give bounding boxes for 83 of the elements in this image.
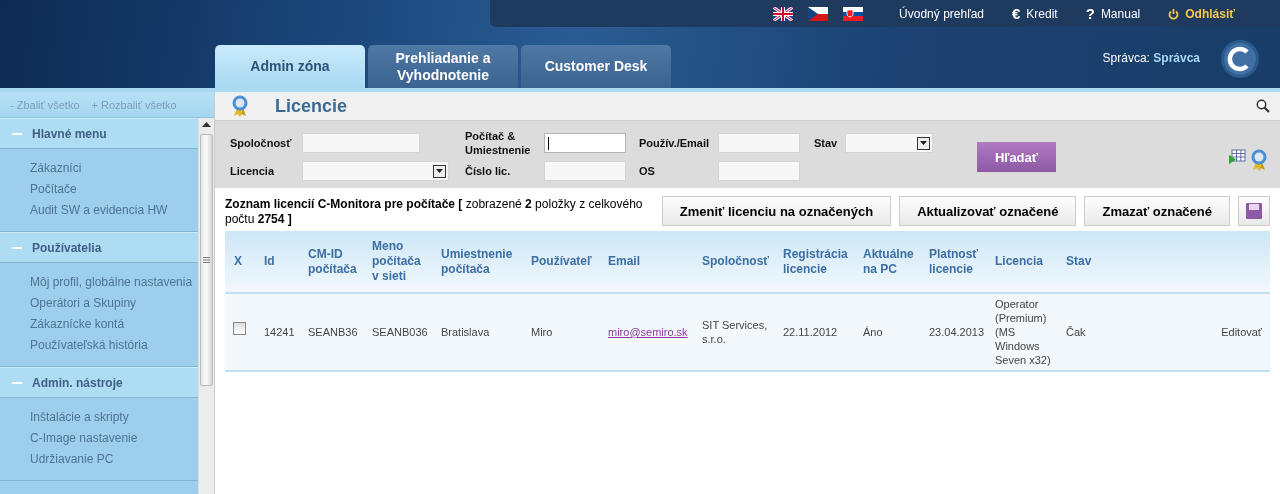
sidebar-item[interactable]: Môj profil, globálne nastavenia: [30, 272, 199, 293]
filter-label: Počítač & Umiestnenie: [465, 129, 532, 157]
row-checkbox[interactable]: [233, 321, 246, 335]
table-cell: 23.04.2013: [920, 293, 986, 371]
logout-link[interactable]: Odhlásiť: [1168, 5, 1235, 22]
czech-flag-icon[interactable]: [808, 6, 829, 21]
column-header: Aktuálne na PC: [854, 231, 920, 293]
list-summary: Zoznam licencií C-Monitora pre počítače [ zobrazené 2 položky z celkového počtu 2754 ]: [225, 196, 644, 227]
sidebar-item[interactable]: Počítače: [30, 179, 199, 200]
euro-icon: €: [1012, 5, 1021, 22]
scroll-up-icon[interactable]: [202, 122, 212, 128]
column-header: CM-ID počítača: [299, 231, 363, 293]
table-cell: 22.11.2012: [774, 293, 854, 371]
column-header: Platnosť licencie: [920, 231, 986, 293]
sidebar-item[interactable]: Audit SW a evidencia HW: [30, 200, 199, 221]
dropdown-field[interactable]: [845, 133, 933, 153]
column-header: Používateľ: [522, 231, 599, 293]
sidebar-item[interactable]: Inštalácie a skripty: [30, 407, 199, 428]
user-label: Správca: Správca: [1102, 51, 1200, 65]
column-header: Stav: [1057, 231, 1170, 293]
column-header: Email: [599, 231, 693, 293]
filter-label: Spoločnosť: [230, 136, 293, 150]
action-button[interactable]: Aktualizovať označené: [899, 196, 1077, 226]
filter-label: OS: [639, 164, 656, 178]
input-field[interactable]: [544, 133, 626, 153]
save-icon: [1246, 203, 1262, 219]
search-icon[interactable]: [1256, 99, 1270, 113]
column-header: X: [225, 231, 255, 293]
slovak-flag-icon[interactable]: [843, 6, 864, 21]
page-title: Licencie: [275, 95, 349, 117]
menu-section-header[interactable]: Používatelia: [0, 232, 199, 263]
grip-icon: [203, 257, 211, 263]
nav-tab[interactable]: Prehliadanie a Vyhodnotenie: [368, 45, 518, 88]
home-link[interactable]: Úvodný prehľad: [899, 5, 984, 22]
table-cell: Čak: [1057, 293, 1170, 371]
table-cell: SEANB036: [363, 293, 432, 371]
filter-label: Použív./Email: [639, 136, 711, 150]
nav-tab[interactable]: Admin zóna: [215, 45, 365, 88]
sidebar-item[interactable]: Zákazníci: [30, 158, 199, 179]
column-header: Meno počítača v sieti: [363, 231, 432, 293]
column-header: Id: [255, 231, 299, 293]
input-field[interactable]: [544, 161, 626, 181]
filter-label: Licencia: [230, 164, 276, 178]
input-field[interactable]: [718, 133, 800, 153]
scrollbar[interactable]: [198, 118, 214, 494]
award-icon: [231, 95, 249, 117]
table-cell: 14241: [255, 293, 299, 371]
input-field[interactable]: [718, 161, 800, 181]
filter-label: Číslo lic.: [465, 164, 512, 178]
sidebar-item[interactable]: Udržiavanie PC: [30, 449, 199, 470]
action-button[interactable]: Zmeniť licenciu na označených: [661, 196, 892, 226]
logo-icon: [1220, 39, 1260, 79]
filter-label: Stav: [814, 136, 839, 150]
dropdown-field[interactable]: [302, 161, 449, 181]
question-icon: ?: [1085, 5, 1095, 22]
nav-tab[interactable]: Customer Desk: [521, 45, 671, 88]
license-icon[interactable]: [1250, 149, 1268, 171]
input-field[interactable]: [302, 133, 420, 153]
column-header: Registrácia licencie: [774, 231, 854, 293]
table-cell: Bratislava: [432, 293, 522, 371]
table-cell: Miro: [522, 293, 599, 371]
column-header: Spoločnosť: [693, 231, 774, 293]
table-cell: Áno: [854, 293, 920, 371]
menu-section-header[interactable]: Hlavné menu: [0, 118, 199, 149]
sidebar-item[interactable]: Operátori a Skupiny: [30, 293, 199, 314]
column-header: Licencia: [986, 231, 1057, 293]
save-button[interactable]: [1238, 196, 1270, 226]
column-header: Umiestnenie počítača: [432, 231, 522, 293]
table-cell: SEANB36: [299, 293, 363, 371]
sidebar-item[interactable]: Používateľská história: [30, 335, 199, 356]
manual-link[interactable]: ? Manual: [1085, 5, 1141, 22]
table-cell: Operator (Premium) (MS Windows Seven x32): [986, 293, 1057, 371]
power-icon: [1168, 7, 1180, 20]
sidebar-item[interactable]: Zákaznícke kontá: [30, 314, 199, 335]
edit-link[interactable]: Editovať: [1221, 326, 1262, 338]
table-cell: SIT Services, s.r.o.: [693, 293, 774, 371]
menu-section-header[interactable]: Admin. nástroje: [0, 367, 199, 398]
sidebar-item[interactable]: C-Image nastavenie: [30, 428, 199, 449]
email-link[interactable]: miro@semiro.sk: [608, 326, 688, 338]
credit-link[interactable]: € Kredit: [1012, 5, 1058, 22]
search-button[interactable]: Hľadať: [977, 142, 1056, 172]
action-button[interactable]: Zmazať označené: [1084, 196, 1230, 226]
export-table-icon[interactable]: [1228, 149, 1246, 165]
